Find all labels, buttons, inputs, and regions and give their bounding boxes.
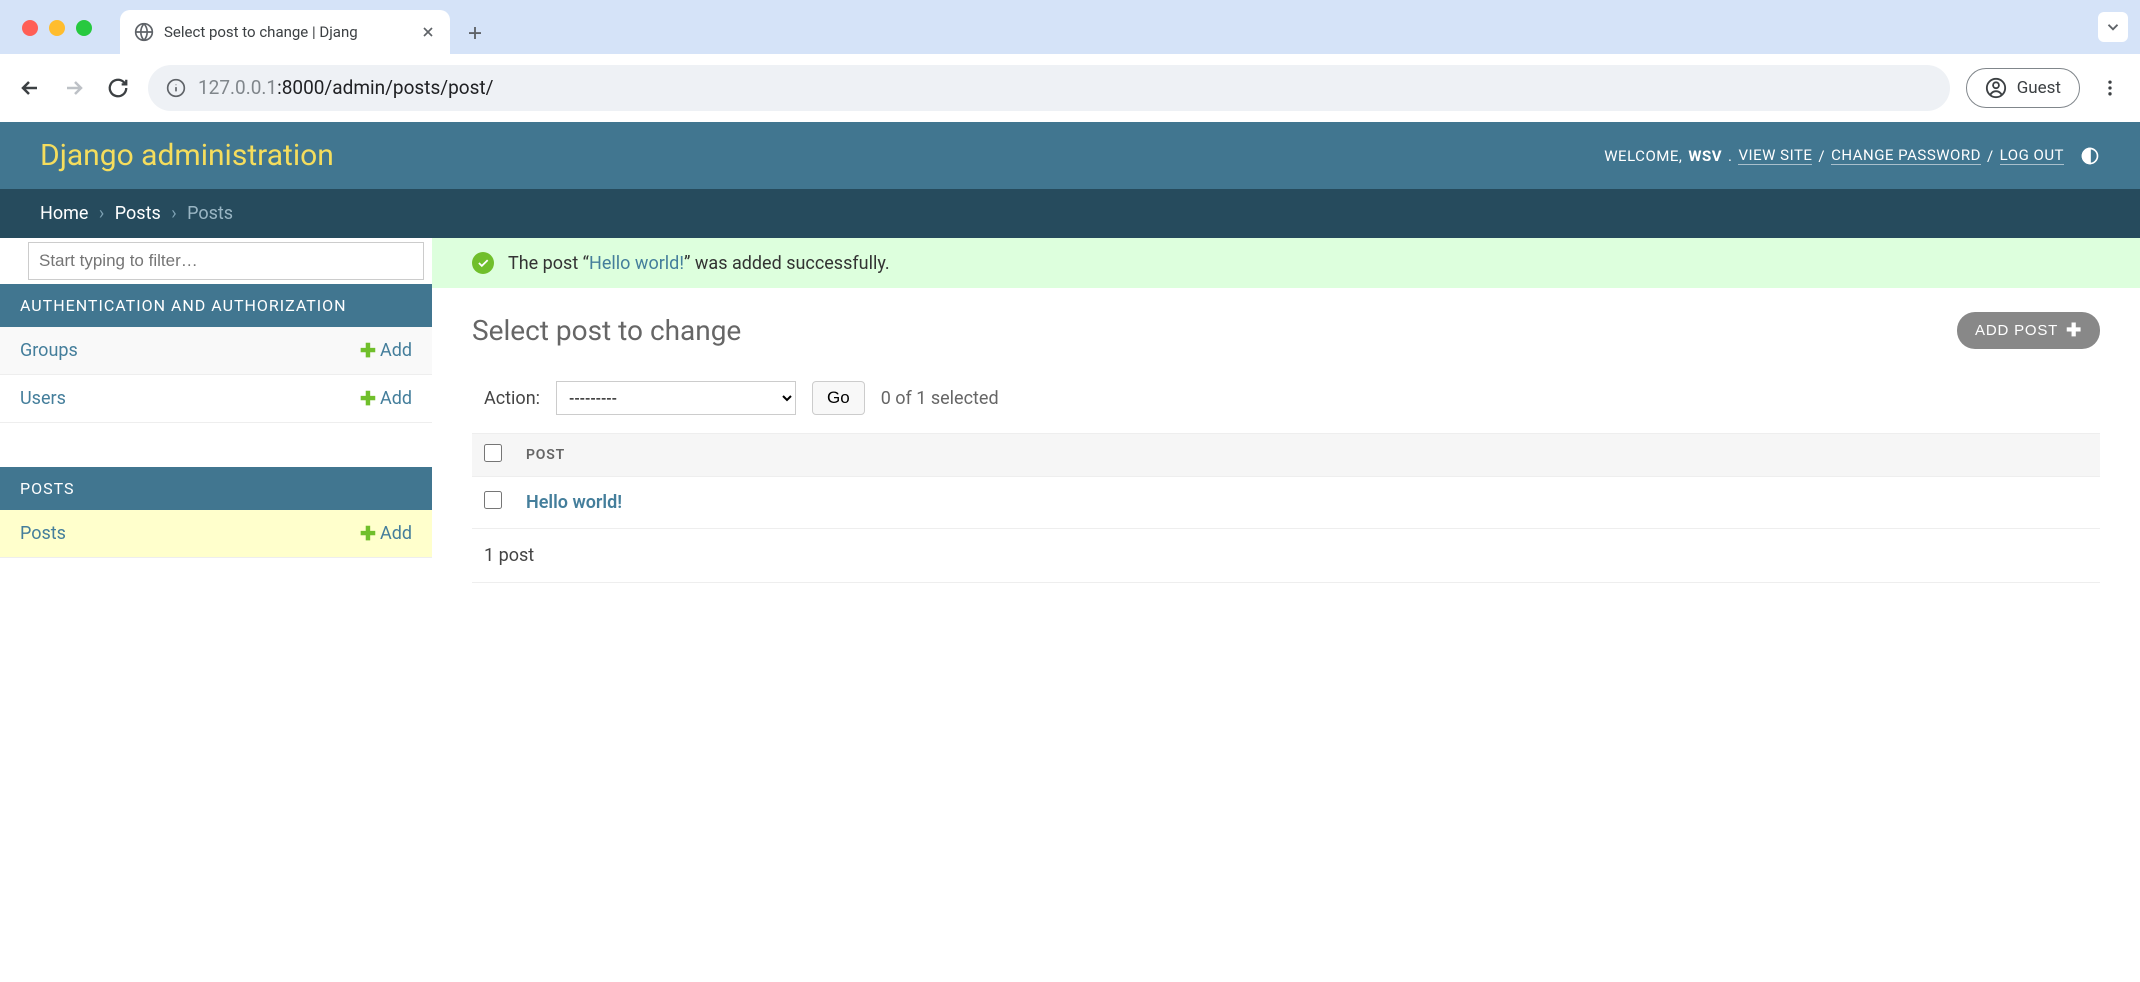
address-bar[interactable]: 127.0.0.1:8000/admin/posts/post/ — [148, 65, 1950, 111]
url-text: 127.0.0.1:8000/admin/posts/post/ — [198, 76, 493, 99]
success-message: The post “Hello world!” was added succes… — [432, 238, 2140, 288]
row-checkbox[interactable] — [484, 491, 502, 509]
browser-toolbar: 127.0.0.1:8000/admin/posts/post/ Guest — [0, 54, 2140, 122]
add-button-label: ADD POST — [1975, 322, 2058, 339]
model-link-groups[interactable]: Groups — [20, 340, 78, 361]
new-tab-button[interactable] — [460, 18, 490, 48]
action-row: Action: --------- Go 0 of 1 selected — [472, 373, 2100, 423]
plus-icon: ✚ — [360, 522, 376, 545]
user-tools: WELCOME, WSV. VIEW SITE / CHANGE PASSWOR… — [1604, 146, 2100, 166]
add-link-users[interactable]: ✚Add — [360, 387, 412, 410]
django-header: Django administration WELCOME, WSV. VIEW… — [0, 122, 2140, 189]
breadcrumb-home[interactable]: Home — [40, 203, 88, 224]
window-controls — [22, 20, 92, 36]
app-caption-posts[interactable]: POSTS — [0, 467, 432, 510]
window-close-button[interactable] — [22, 20, 38, 36]
close-icon[interactable] — [420, 24, 436, 40]
plus-icon: ✚ — [2066, 320, 2082, 341]
select-all-header — [472, 434, 514, 477]
browser-menu-button[interactable] — [2096, 74, 2124, 102]
app-posts: POSTS Posts ✚Add — [0, 467, 432, 558]
nav-filter-input[interactable] — [28, 242, 424, 280]
app-auth: AUTHENTICATION AND AUTHORIZATION Groups … — [0, 284, 432, 423]
add-post-button[interactable]: ADD POST ✚ — [1957, 312, 2100, 349]
table-row: Hello world! — [472, 477, 2100, 529]
page-title: Select post to change — [472, 314, 741, 347]
select-all-checkbox[interactable] — [484, 444, 502, 462]
breadcrumb: Home › Posts › Posts — [0, 189, 2140, 238]
model-row-groups: Groups ✚Add — [0, 327, 432, 375]
go-button[interactable]: Go — [812, 381, 865, 415]
breadcrumb-app[interactable]: Posts — [115, 203, 161, 224]
reload-button[interactable] — [104, 74, 132, 102]
profile-button[interactable]: Guest — [1966, 68, 2080, 108]
welcome-text: WELCOME, — [1604, 147, 1682, 165]
column-post[interactable]: POST — [514, 434, 2100, 477]
model-link-posts[interactable]: Posts — [20, 523, 66, 544]
message-object-link[interactable]: Hello world! — [589, 253, 684, 274]
selection-count: 0 of 1 selected — [881, 388, 999, 409]
globe-icon — [134, 22, 154, 42]
browser-tab[interactable]: Select post to change | Djang — [120, 10, 450, 54]
action-label: Action: — [484, 388, 540, 409]
add-link-groups[interactable]: ✚Add — [360, 339, 412, 362]
content: The post “Hello world!” was added succes… — [432, 238, 2140, 607]
message-prefix: The post “ — [508, 253, 589, 274]
username: WSV — [1688, 147, 1722, 165]
window-maximize-button[interactable] — [76, 20, 92, 36]
plus-icon: ✚ — [360, 339, 376, 362]
model-row-users: Users ✚Add — [0, 375, 432, 423]
browser-tab-strip: Select post to change | Djang — [0, 0, 2140, 54]
message-suffix: ” was added successfully. — [684, 253, 890, 274]
breadcrumb-current: Posts — [187, 203, 233, 224]
model-row-posts: Posts ✚Add — [0, 510, 432, 558]
model-link-users[interactable]: Users — [20, 388, 66, 409]
checkmark-icon — [472, 252, 494, 274]
row-link[interactable]: Hello world! — [526, 492, 622, 513]
results-table: POST Hello world! — [472, 433, 2100, 529]
site-info-icon[interactable] — [166, 78, 186, 98]
sidebar: AUTHENTICATION AND AUTHORIZATION Groups … — [0, 238, 432, 607]
plus-icon: ✚ — [360, 387, 376, 410]
add-link-posts[interactable]: ✚Add — [360, 522, 412, 545]
logout-link[interactable]: LOG OUT — [2000, 146, 2064, 165]
action-select[interactable]: --------- — [556, 381, 796, 415]
tabs-dropdown-button[interactable] — [2098, 12, 2128, 42]
site-title[interactable]: Django administration — [40, 138, 334, 173]
view-site-link[interactable]: VIEW SITE — [1738, 146, 1812, 165]
app-caption-auth[interactable]: AUTHENTICATION AND AUTHORIZATION — [0, 284, 432, 327]
profile-label: Guest — [2017, 78, 2061, 98]
user-icon — [1985, 77, 2007, 99]
back-button[interactable] — [16, 74, 44, 102]
paginator: 1 post — [472, 529, 2100, 583]
tab-title: Select post to change | Djang — [164, 23, 410, 41]
change-password-link[interactable]: CHANGE PASSWORD — [1831, 146, 1981, 165]
window-minimize-button[interactable] — [49, 20, 65, 36]
forward-button[interactable] — [60, 74, 88, 102]
theme-toggle-icon[interactable] — [2080, 146, 2100, 166]
